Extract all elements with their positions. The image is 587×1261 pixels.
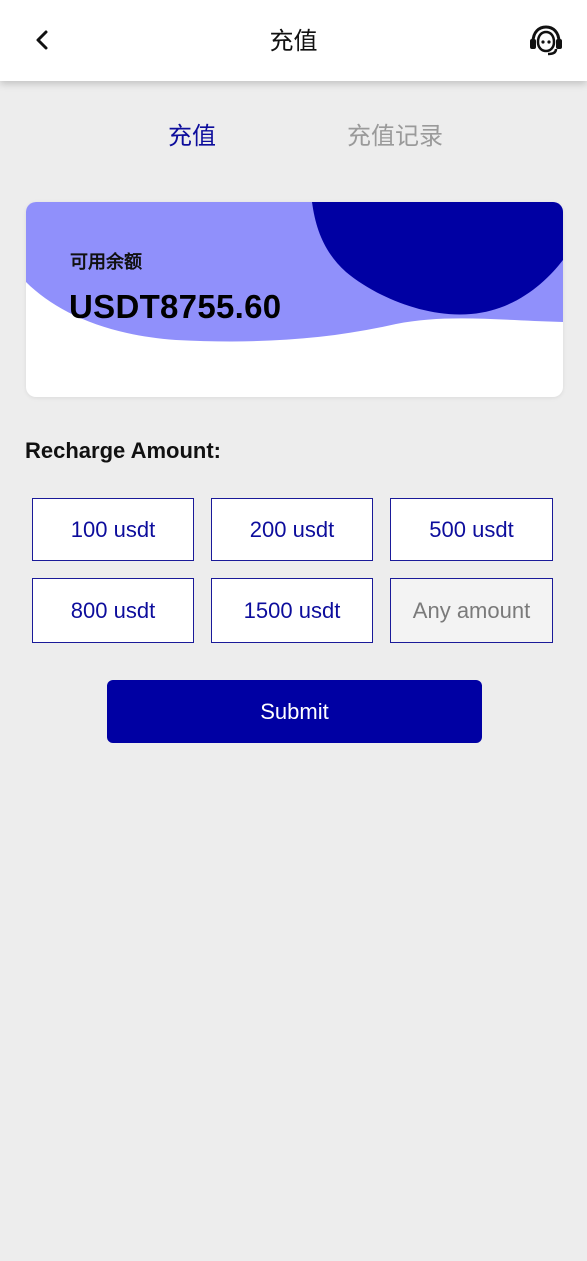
tab-recharge[interactable]: 充值 — [168, 118, 216, 154]
page-title: 充值 — [269, 27, 318, 55]
amount-option-800[interactable]: 800 usdt — [32, 578, 194, 643]
customer-service-button[interactable] — [527, 22, 565, 58]
amount-option-200[interactable]: 200 usdt — [211, 498, 373, 561]
amount-option-1500[interactable]: 1500 usdt — [211, 578, 373, 643]
balance-card: 可用余额 USDT8755.60 — [26, 202, 563, 397]
tab-bar: 充值 充值记录 — [0, 118, 587, 158]
amount-option-100[interactable]: 100 usdt — [32, 498, 194, 561]
submit-button[interactable]: Submit — [107, 680, 482, 743]
recharge-amount-heading: Recharge Amount: — [25, 438, 221, 463]
tab-recharge-records[interactable]: 充值记录 — [347, 118, 443, 154]
customer-service-icon — [530, 25, 562, 56]
top-bar: 充值 — [0, 0, 587, 81]
available-balance-value: USDT8755.60 — [69, 288, 282, 325]
available-balance-label: 可用余额 — [70, 252, 142, 273]
amount-option-500[interactable]: 500 usdt — [390, 498, 553, 561]
custom-amount-input[interactable] — [390, 578, 553, 643]
